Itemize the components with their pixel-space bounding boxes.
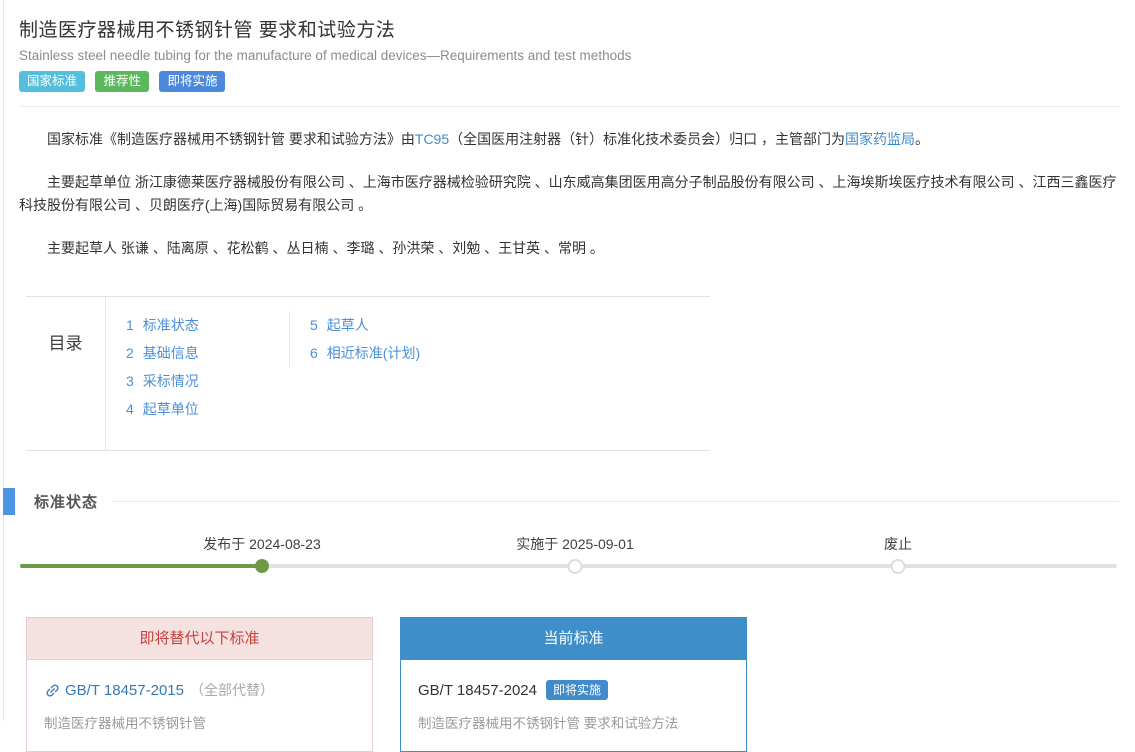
status-timeline: 发布于 2024-08-23 实施于 2025-09-01 废止 <box>19 531 1121 595</box>
toc-item-drafting-units[interactable]: 4 起草单位 <box>126 395 289 423</box>
toc-column-2: 5 起草人 6 相近标准(计划) <box>289 311 489 367</box>
toc-item-number: 4 <box>126 401 134 417</box>
toc-item-number: 6 <box>310 345 318 361</box>
link-icon <box>40 678 64 702</box>
toc-item-label: 起草人 <box>327 317 369 333</box>
card-replaced-header: 即将替代以下标准 <box>27 618 372 660</box>
toc-item-label: 起草单位 <box>143 401 199 417</box>
tc95-link[interactable]: TC95 <box>415 131 449 147</box>
toc-item-drafters[interactable]: 5 起草人 <box>310 311 489 339</box>
toc-item-basic-info[interactable]: 2 基础信息 <box>126 339 289 367</box>
toc-item-number: 1 <box>126 317 134 333</box>
current-standard-code: GB/T 18457-2024 <box>418 682 537 699</box>
milestone-dot-abolished <box>891 559 906 574</box>
paragraph-drafters: 主要起草人 张谦 、陆离原 、花松鹤 、丛日楠 、李璐 、孙洪荣 、刘勉 、王甘… <box>19 237 1121 260</box>
toc-item-standard-status[interactable]: 1 标准状态 <box>126 311 289 339</box>
section-accent-bar <box>3 488 15 515</box>
header-divider <box>19 106 1121 107</box>
replaced-standard-note: （全部代替） <box>190 680 274 700</box>
toc-item-adoption[interactable]: 3 采标情况 <box>126 367 289 395</box>
paragraph-drafting-units: 主要起草单位 浙江康德莱医疗器械股份有限公司 、上海市医疗器械检验研究院 、山东… <box>19 171 1121 217</box>
card-current-header: 当前标准 <box>401 618 746 660</box>
card-current-standard: 当前标准 GB/T 18457-2024 即将实施 制造医疗器械用不锈钢针管 要… <box>400 617 747 752</box>
toc-item-label: 相近标准(计划) <box>327 345 420 361</box>
paragraph-governance: 国家标准《制造医疗器械用不锈钢针管 要求和试验方法》由TC95（全国医用注射器（… <box>19 128 1121 151</box>
current-standard-description: 制造医疗器械用不锈钢针管 要求和试验方法 <box>418 712 729 732</box>
card-replaced-body: GB/T 18457-2015 （全部代替） 制造医疗器械用不锈钢针管 <box>27 660 372 732</box>
milestone-label-abolished: 废止 <box>884 534 912 554</box>
p1-text-middle: （全国医用注射器（针）标准化技术委员会）归口 ，主管部门为 <box>449 131 845 147</box>
milestone-dot-implemented <box>568 559 583 574</box>
toc-columns: 1 标准状态 2 基础信息 3 采标情况 4 起草单位 5 起草人 6 相近标准(计划) <box>106 297 489 450</box>
page-subtitle-english: Stainless steel needle tubing for the ma… <box>19 48 1121 63</box>
toc-item-label: 采标情况 <box>143 373 199 389</box>
p1-text-end: 。 <box>915 131 929 147</box>
milestone-label-implemented: 实施于 2025-09-01 <box>516 534 634 554</box>
replaced-standard-link[interactable]: GB/T 18457-2015 <box>65 682 184 699</box>
replaced-standard-description: 制造医疗器械用不锈钢针管 <box>44 712 355 732</box>
toc-label-cell: 目录 <box>26 297 106 450</box>
badge-row: 国家标准 推荐性 即将实施 <box>19 71 1121 92</box>
current-standard-status-badge: 即将实施 <box>546 680 608 700</box>
toc-column-1: 1 标准状态 2 基础信息 3 采标情况 4 起草单位 <box>106 311 289 423</box>
standard-cards-row: 即将替代以下标准 GB/T 18457-2015 （全部代替） 制造医疗器械用不… <box>19 617 1121 752</box>
table-of-contents: 目录 1 标准状态 2 基础信息 3 采标情况 4 起草单位 5 起草人 6 相近标准(计划… <box>26 296 710 451</box>
toc-item-number: 2 <box>126 345 134 361</box>
replaced-standard-row: GB/T 18457-2015 （全部代替） <box>44 680 355 700</box>
milestone-dot-published <box>255 559 269 573</box>
page-title: 制造医疗器械用不锈钢针管 要求和试验方法 <box>19 0 1121 42</box>
toc-item-similar-standards[interactable]: 6 相近标准(计划) <box>310 339 489 367</box>
milestone-label-published: 发布于 2024-08-23 <box>203 534 321 554</box>
badge-upcoming: 即将实施 <box>159 71 225 92</box>
section-title: 标准状态 <box>34 491 98 512</box>
card-current-body: GB/T 18457-2024 即将实施 制造医疗器械用不锈钢针管 要求和试验方… <box>401 660 746 732</box>
card-replaced-standard: 即将替代以下标准 GB/T 18457-2015 （全部代替） 制造医疗器械用不… <box>26 617 373 752</box>
badge-national-standard: 国家标准 <box>19 71 85 92</box>
toc-item-label: 标准状态 <box>143 317 199 333</box>
current-standard-row: GB/T 18457-2024 即将实施 <box>418 680 729 700</box>
toc-item-number: 3 <box>126 373 134 389</box>
p1-text-before: 国家标准《制造医疗器械用不锈钢针管 要求和试验方法》由 <box>47 131 415 147</box>
toc-item-number: 5 <box>310 317 318 333</box>
authority-link[interactable]: 国家药监局 <box>845 131 915 147</box>
toc-label: 目录 <box>49 329 83 426</box>
timeline-progress <box>20 564 263 568</box>
section-rule <box>112 501 1119 502</box>
section-header-standard-status: 标准状态 <box>19 488 1121 515</box>
page-container: 制造医疗器械用不锈钢针管 要求和试验方法 Stainless steel nee… <box>3 0 1135 721</box>
badge-recommended: 推荐性 <box>95 71 149 92</box>
toc-item-label: 基础信息 <box>143 345 199 361</box>
